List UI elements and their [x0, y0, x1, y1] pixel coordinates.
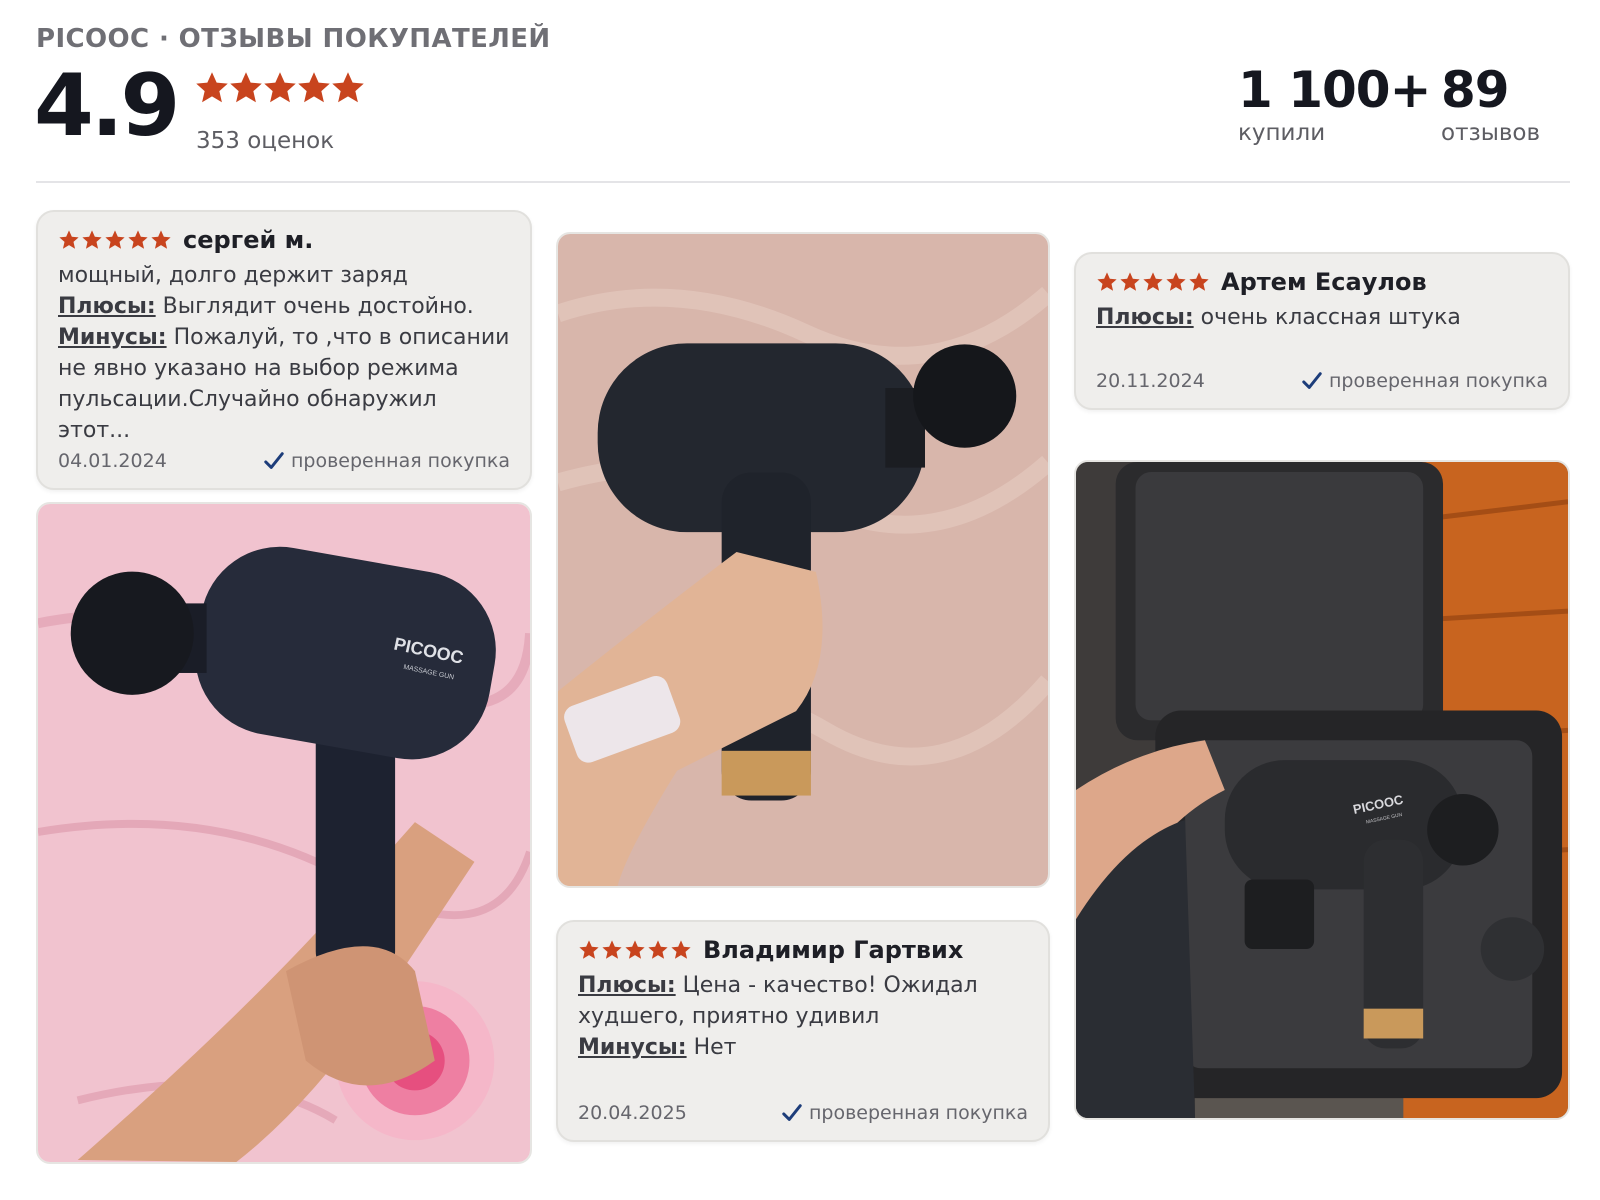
star-icon	[194, 70, 230, 106]
star-icon	[81, 229, 103, 251]
review-text: Плюсы: очень классная штука	[1096, 302, 1548, 333]
cons-label: Минусы:	[578, 1035, 687, 1060]
review-card[interactable]: Артем Есаулов Плюсы: очень классная штук…	[1074, 252, 1570, 410]
star-icon	[647, 939, 669, 961]
star-icon	[1119, 271, 1141, 293]
review-author[interactable]: Артем Есаулов	[1221, 268, 1427, 296]
star-icon	[601, 939, 623, 961]
ratings-count: 353 оценок	[196, 128, 335, 154]
star-icon	[58, 229, 80, 251]
review-date: 20.04.2025	[578, 1102, 687, 1124]
star-icon	[1096, 271, 1118, 293]
average-rating: 4.9	[34, 56, 180, 156]
bought-value: 1 100+	[1238, 61, 1431, 119]
cons-label: Минусы:	[58, 325, 167, 350]
pros-text: Выглядит очень достойно.	[162, 294, 474, 319]
review-text: Плюсы: Цена - качество! Ожидал худшего, …	[578, 970, 1028, 1063]
pros-label: Плюсы:	[578, 973, 676, 998]
bought-label: купили	[1238, 120, 1326, 146]
massage-gun-in-case-photo: PICOOC MASSAGE GUN	[1076, 462, 1568, 1118]
review-text: мощный, долго держит заряд Плюсы: Выгляд…	[58, 260, 510, 446]
star-icon	[330, 70, 366, 106]
massage-gun-photo	[558, 234, 1048, 886]
check-icon	[1301, 370, 1323, 392]
review-stars: сергей м.	[58, 226, 510, 254]
pros-text: очень классная штука	[1200, 305, 1461, 330]
review-date: 04.01.2024	[58, 450, 167, 472]
star-icon	[127, 229, 149, 251]
star-icon	[296, 70, 332, 106]
review-author[interactable]: сергей м.	[183, 226, 313, 254]
reviews-label: отзывов	[1441, 120, 1541, 146]
verified-purchase: проверенная покупка	[781, 1102, 1028, 1124]
review-photo[interactable]: PICOOC MASSAGE GUN	[1074, 460, 1570, 1120]
star-icon	[228, 70, 264, 106]
stat-bought: 1 100+ купили	[1238, 60, 1431, 146]
stat-reviews: 89 отзывов	[1441, 60, 1540, 146]
header-divider	[36, 181, 1570, 183]
star-icon	[578, 939, 600, 961]
review-comment: мощный, долго держит заряд	[58, 263, 408, 288]
review-card[interactable]: сергей м. мощный, долго держит заряд Плю…	[36, 210, 532, 490]
star-icon	[262, 70, 298, 106]
pros-label: Плюсы:	[1096, 305, 1194, 330]
star-icon	[1142, 271, 1164, 293]
review-author[interactable]: Владимир Гартвих	[703, 936, 963, 964]
review-photo[interactable]	[556, 232, 1050, 888]
cons-text: Нет	[693, 1035, 737, 1060]
verified-purchase: проверенная покупка	[1301, 370, 1548, 392]
check-icon	[781, 1102, 803, 1124]
review-photo[interactable]: PICOOC MASSAGE GUN	[36, 502, 532, 1164]
star-icon	[624, 939, 646, 961]
review-stars: Артем Есаулов	[1096, 268, 1548, 296]
brand-title: PICOOC · ОТЗЫВЫ ПОКУПАТЕЛЕЙ	[36, 24, 551, 54]
header-stars	[194, 70, 364, 110]
star-icon	[150, 229, 172, 251]
review-card[interactable]: Владимир Гартвих Плюсы: Цена - качество!…	[556, 920, 1050, 1142]
verified-purchase: проверенная покупка	[263, 450, 510, 472]
review-date: 20.11.2024	[1096, 370, 1205, 392]
star-icon	[670, 939, 692, 961]
star-icon	[1165, 271, 1187, 293]
massage-gun-photo: PICOOC MASSAGE GUN	[38, 504, 530, 1162]
reviews-value: 89	[1441, 61, 1510, 119]
review-stars: Владимир Гартвих	[578, 936, 1028, 964]
check-icon	[263, 450, 285, 472]
star-icon	[1188, 271, 1210, 293]
star-icon	[104, 229, 126, 251]
pros-label: Плюсы:	[58, 294, 156, 319]
